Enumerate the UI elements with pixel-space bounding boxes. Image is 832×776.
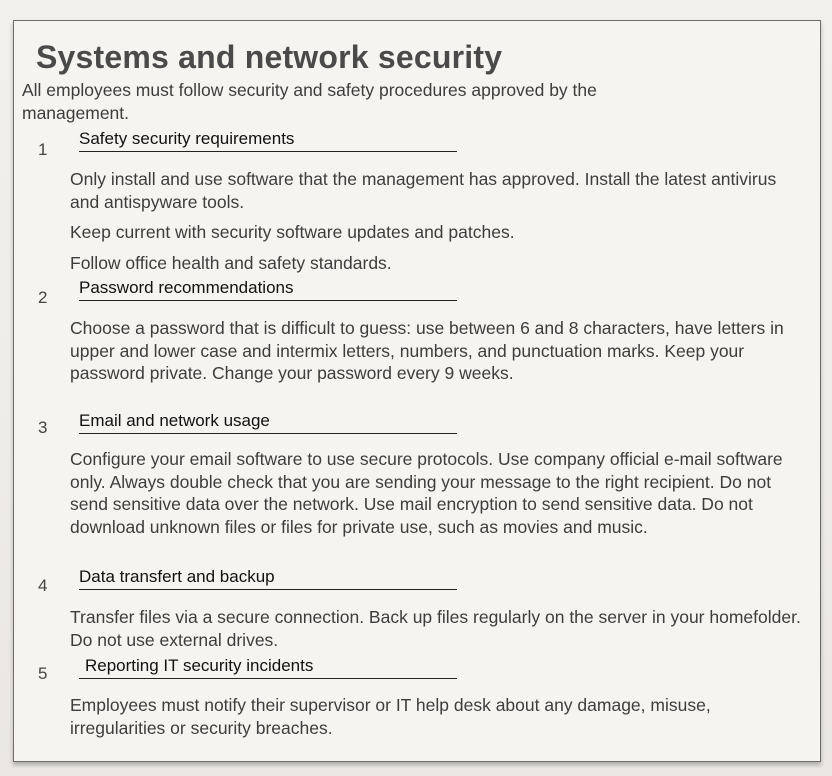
section-heading-text: Password recommendations	[79, 278, 294, 297]
section-heading: Email and network usage	[79, 411, 457, 434]
section-heading: Reporting IT security incidents	[79, 656, 457, 679]
section-paragraph: Configure your email software to use sec…	[70, 449, 783, 537]
intro-text: All employees must follow security and s…	[22, 80, 597, 123]
section-number: 4	[38, 576, 48, 595]
section-heading-text: Email and network usage	[79, 411, 270, 430]
page-title: Systems and network security	[36, 39, 503, 75]
section-number: 1	[38, 140, 48, 159]
section-number: 3	[38, 418, 48, 437]
section-heading-text: Data transfert and backup	[79, 567, 275, 586]
section-paragraph: Employees must notify their supervisor o…	[70, 695, 711, 738]
section-paragraph: Transfer files via a secure connection. …	[70, 607, 801, 650]
page-background: Systems and network security All employe…	[0, 0, 832, 776]
section-heading-text: Safety security requirements	[79, 129, 295, 148]
section-paragraph: Choose a password that is difficult to g…	[70, 318, 784, 383]
section-number: 2	[38, 288, 48, 307]
section-paragraph: Keep current with security software upda…	[70, 222, 515, 242]
section-heading: Data transfert and backup	[79, 567, 457, 590]
document-panel: Systems and network security All employe…	[13, 20, 821, 762]
section-paragraph: Only install and use software that the m…	[70, 169, 777, 212]
section-heading-text: Reporting IT security incidents	[85, 656, 314, 675]
section-heading: Safety security requirements	[79, 129, 457, 152]
section-heading: Password recommendations	[79, 278, 457, 301]
section-number: 5	[38, 664, 48, 683]
section-paragraph: Follow office health and safety standard…	[70, 253, 392, 273]
